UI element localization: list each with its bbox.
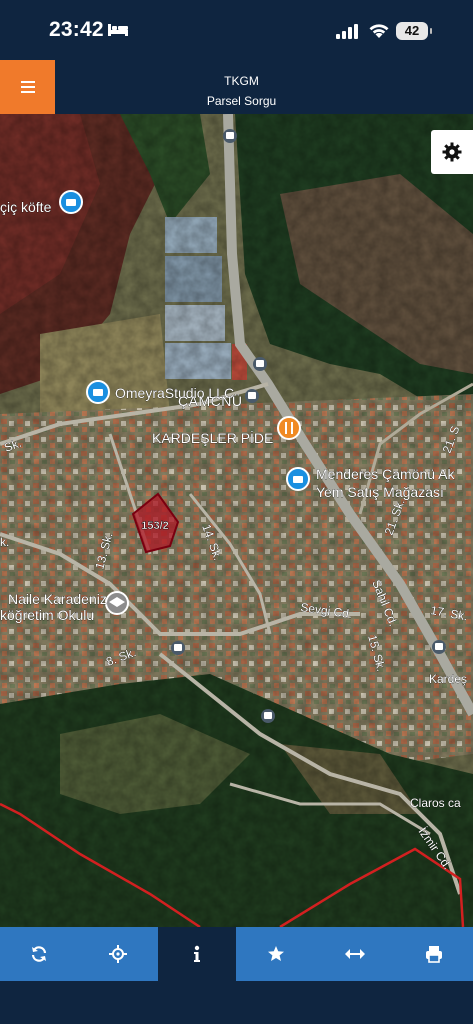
street-label: k.	[0, 535, 9, 549]
locate-button[interactable]	[78, 927, 158, 981]
home-indicator-area	[0, 981, 473, 1024]
bus-stop-icon	[223, 129, 237, 143]
parcel-label: 153/2	[141, 520, 169, 532]
print-icon	[425, 946, 442, 963]
school-pin-icon	[105, 591, 129, 615]
refresh-icon	[32, 946, 47, 962]
measure-icon	[344, 949, 365, 959]
status-bar: 23:42 42	[0, 0, 473, 60]
status-time: 23:42	[49, 18, 104, 41]
bus-stop-icon	[245, 389, 259, 403]
poi-label: ÇAMCNÜ	[178, 392, 242, 409]
poi-label: çiç köfte	[0, 199, 52, 215]
satellite-map[interactable]: 153/2 çiç köfte OmeyraStudio LLC ÇAMCNÜ …	[0, 114, 473, 927]
street-label: Kardeş	[429, 672, 467, 686]
bus-stop-icon	[261, 709, 275, 723]
wifi-icon	[369, 24, 389, 38]
bus-stop-icon	[432, 640, 446, 654]
measure-button[interactable]	[315, 927, 395, 981]
shop-pin-icon	[286, 467, 310, 491]
bottom-toolbar	[0, 927, 473, 981]
favorite-button[interactable]	[236, 927, 316, 981]
refresh-button[interactable]	[0, 927, 79, 981]
poi-label: KARDEŞLER PİDE	[152, 429, 273, 446]
bus-stop-icon	[171, 641, 185, 655]
print-button[interactable]	[394, 927, 473, 981]
app-subtitle: Parsel Sorgu	[206, 94, 277, 108]
gear-icon	[442, 142, 462, 162]
info-icon	[194, 945, 201, 962]
crosshair-icon	[109, 945, 128, 963]
poi-label: Naile Karadeniz	[8, 591, 107, 607]
restaurant-pin-icon	[277, 416, 301, 440]
star-icon	[267, 946, 284, 961]
battery-indicator: 42	[396, 22, 432, 40]
poi-label: köğretim Okulu	[0, 607, 94, 623]
settings-button[interactable]	[431, 130, 473, 174]
poi-label: Menderes Çamönü Ak	[316, 466, 456, 482]
bed-icon	[108, 24, 128, 36]
shop-pin-icon	[59, 190, 83, 214]
signal-icon	[336, 24, 358, 39]
shop-pin-icon	[86, 380, 110, 404]
app-header: TKGM Parsel Sorgu	[0, 60, 473, 114]
poi-label: Yem Satış Mağazası	[316, 484, 444, 500]
app-title: TKGM	[224, 74, 259, 88]
street-label: Claros ca	[410, 796, 461, 810]
bus-stop-icon	[253, 357, 267, 371]
info-button[interactable]	[157, 927, 237, 981]
